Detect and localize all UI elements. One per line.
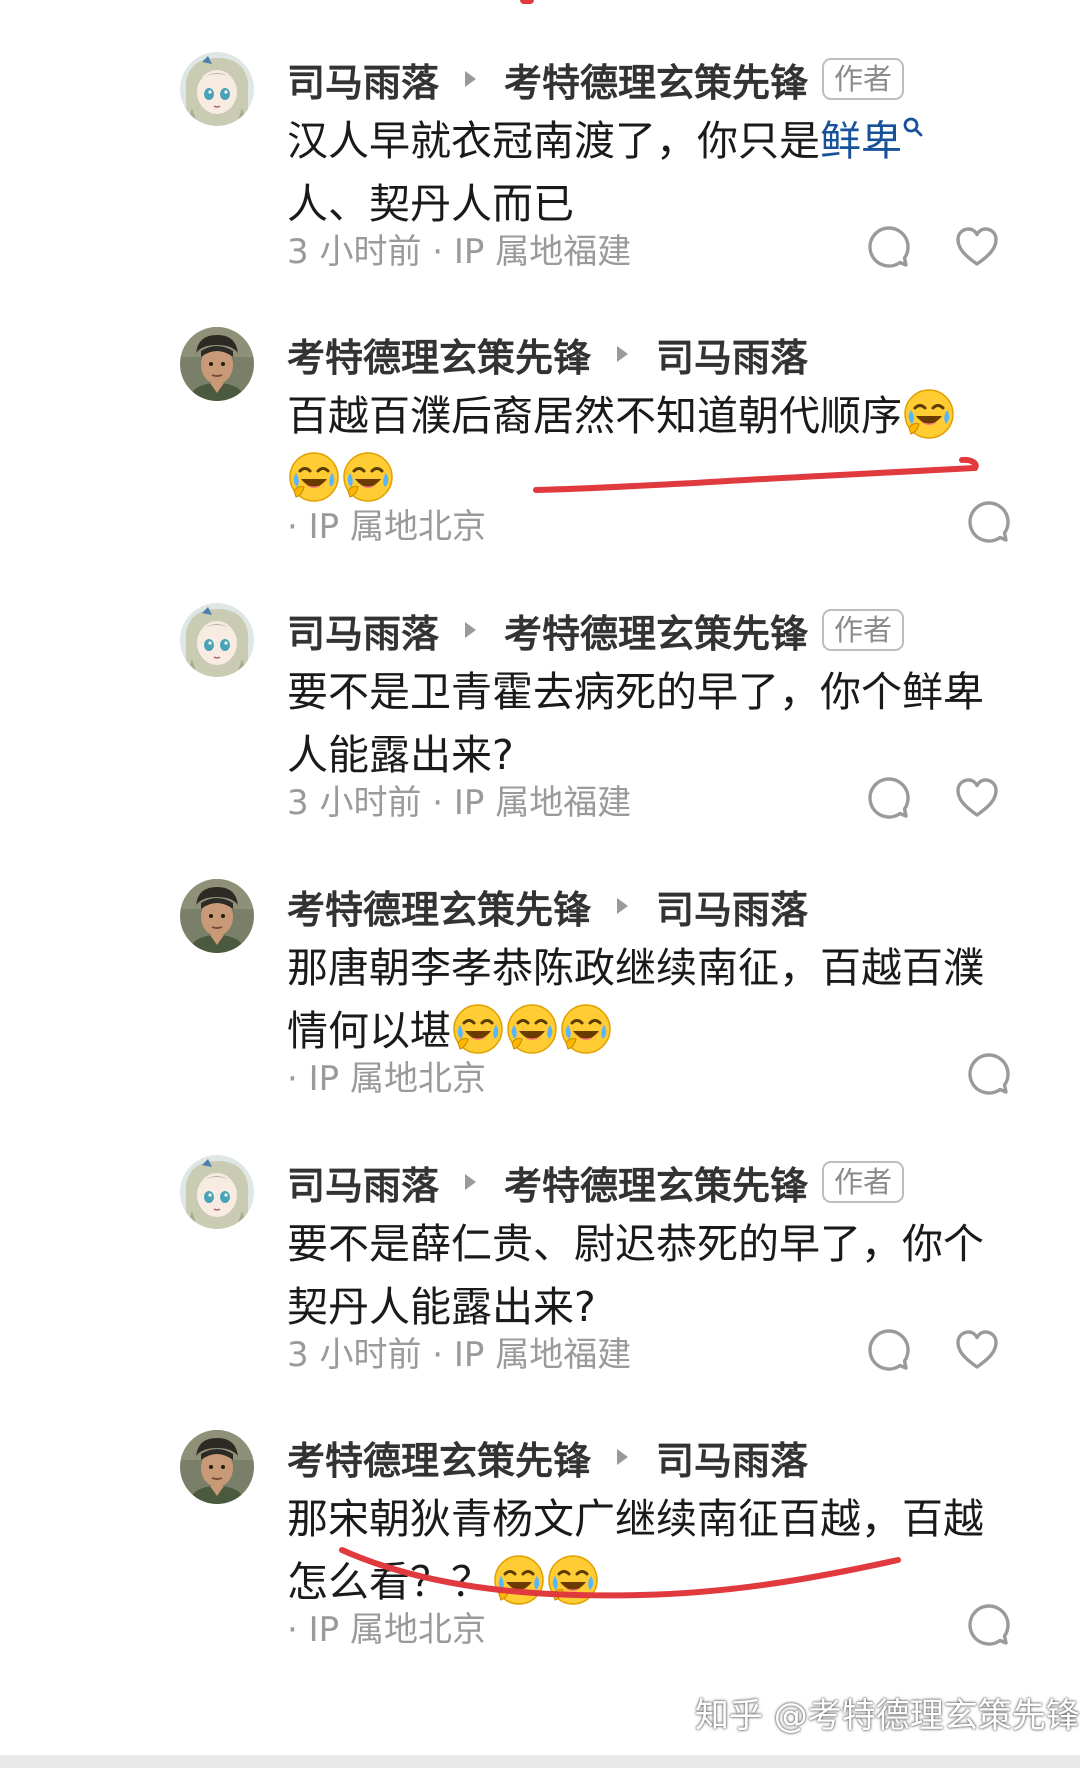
reply-arrow-icon <box>465 622 477 638</box>
author-name[interactable]: 司马雨落 <box>287 1155 439 1210</box>
reply-to-name[interactable]: 考特德理玄策先锋 <box>504 1155 808 1210</box>
comment-text: 要不是薛仁贵、尉迟恭死的早了，你个 契丹人能露出来? <box>287 1213 1007 1339</box>
heart-icon[interactable] <box>954 775 1000 821</box>
author-name[interactable]: 考特德理玄策先锋 <box>287 1430 591 1485</box>
comment-meta: · IP 属地北京 <box>287 1059 486 1099</box>
heart-icon[interactable] <box>954 224 1000 270</box>
comment-text: 百越百濮后裔居然不知道朝代顺序 <box>287 385 1007 511</box>
speech-bubble-icon[interactable] <box>866 224 912 270</box>
reply-arrow-icon <box>465 71 477 87</box>
heart-icon[interactable] <box>954 1327 1000 1373</box>
laughing-crying-emoji <box>342 451 394 503</box>
avatar[interactable] <box>180 327 254 401</box>
comment-meta: 3 小时前 · IP 属地福建 <box>287 783 632 823</box>
comment-text-line: 契丹人能露出来? <box>287 1283 596 1331</box>
reply-to-name[interactable]: 司马雨落 <box>656 879 808 934</box>
comment-text-line: 那唐朝李孝恭陈政继续南征，百越百濮 <box>287 944 984 992</box>
reply-to-name[interactable]: 考特德理玄策先锋 <box>504 603 808 658</box>
comment-text-line: 人、契丹人而已 <box>287 180 574 228</box>
speech-bubble-icon[interactable] <box>966 499 1012 545</box>
comment-text: 那唐朝李孝恭陈政继续南征，百越百濮 情何以堪 <box>287 937 1007 1063</box>
author-badge: 作者 <box>822 1161 905 1203</box>
comment-text-line: 要不是薛仁贵、尉迟恭死的早了，你个 <box>287 1220 984 1268</box>
author-badge: 作者 <box>822 58 905 100</box>
reply-arrow-icon <box>617 898 629 914</box>
reply-to-name[interactable]: 考特德理玄策先锋 <box>504 52 808 107</box>
author-name[interactable]: 司马雨落 <box>287 603 439 658</box>
comment-text: 那宋朝狄青杨文广继续南征百越，百越 怎么看？？ <box>287 1488 1007 1614</box>
avatar[interactable] <box>180 52 254 126</box>
comment-meta: · IP 属地北京 <box>287 1610 486 1650</box>
comment-text-line: 百越百濮后裔居然不知道朝代顺序 <box>287 392 902 440</box>
comment-header: 考特德理玄策先锋 司马雨落 <box>287 879 808 934</box>
comment-header: 司马雨落 考特德理玄策先锋 作者 <box>287 1155 905 1210</box>
laughing-crying-emoji <box>506 1003 558 1055</box>
laughing-crying-emoji <box>288 451 340 503</box>
comment-text-line: 人能露出来? <box>287 731 514 779</box>
speech-bubble-icon[interactable] <box>866 1327 912 1373</box>
avatar[interactable] <box>180 1155 254 1229</box>
comment-meta: 3 小时前 · IP 属地福建 <box>287 232 632 272</box>
comment-header: 司马雨落 考特德理玄策先锋 作者 <box>287 603 905 658</box>
author-name[interactable]: 考特德理玄策先锋 <box>287 327 591 382</box>
comment-text-line: 情何以堪 <box>287 1007 451 1055</box>
comment-meta: 3 小时前 · IP 属地福建 <box>287 1335 632 1375</box>
comment-text: 汉人早就衣冠南渡了，你只是鲜卑 人、契丹人而已 <box>287 110 1007 236</box>
author-name[interactable]: 司马雨落 <box>287 52 439 107</box>
top-edge-mark <box>520 0 534 4</box>
laughing-crying-emoji <box>903 388 955 440</box>
laughing-crying-emoji <box>493 1554 545 1606</box>
bottom-divider <box>0 1755 1080 1768</box>
comment-text: 要不是卫青霍去病死的早了，你个鲜卑 人能露出来? <box>287 661 1007 787</box>
reply-arrow-icon <box>617 346 629 362</box>
speech-bubble-icon[interactable] <box>966 1602 1012 1648</box>
reply-arrow-icon <box>617 1449 629 1465</box>
speech-bubble-icon[interactable] <box>966 1051 1012 1097</box>
laughing-crying-emoji <box>452 1003 504 1055</box>
avatar[interactable] <box>180 1430 254 1504</box>
comment-header: 考特德理玄策先锋 司马雨落 <box>287 1430 808 1485</box>
author-badge: 作者 <box>822 609 905 651</box>
search-icon[interactable] <box>902 116 924 138</box>
avatar[interactable] <box>180 879 254 953</box>
reply-to-name[interactable]: 司马雨落 <box>656 1430 808 1485</box>
comment-header: 考特德理玄策先锋 司马雨落 <box>287 327 808 382</box>
avatar[interactable] <box>180 603 254 677</box>
comment-text-line: 那宋朝狄青杨文广继续南征百越，百越 <box>287 1495 984 1543</box>
laughing-crying-emoji <box>560 1003 612 1055</box>
comment-text-line: 汉人早就衣冠南渡了，你只是 <box>287 117 820 165</box>
comment-text-line: 要不是卫青霍去病死的早了，你个鲜卑 <box>287 668 984 716</box>
speech-bubble-icon[interactable] <box>866 775 912 821</box>
comment-header: 司马雨落 考特德理玄策先锋 作者 <box>287 52 905 107</box>
reply-arrow-icon <box>465 1174 477 1190</box>
comment-text-line: 怎么看？？ <box>287 1558 492 1606</box>
laughing-crying-emoji <box>547 1554 599 1606</box>
comment-meta: · IP 属地北京 <box>287 507 486 547</box>
watermark: 知乎 @考特德理玄策先锋 <box>695 1696 1080 1736</box>
author-name[interactable]: 考特德理玄策先锋 <box>287 879 591 934</box>
search-link[interactable]: 鲜卑 <box>820 117 902 165</box>
reply-to-name[interactable]: 司马雨落 <box>656 327 808 382</box>
